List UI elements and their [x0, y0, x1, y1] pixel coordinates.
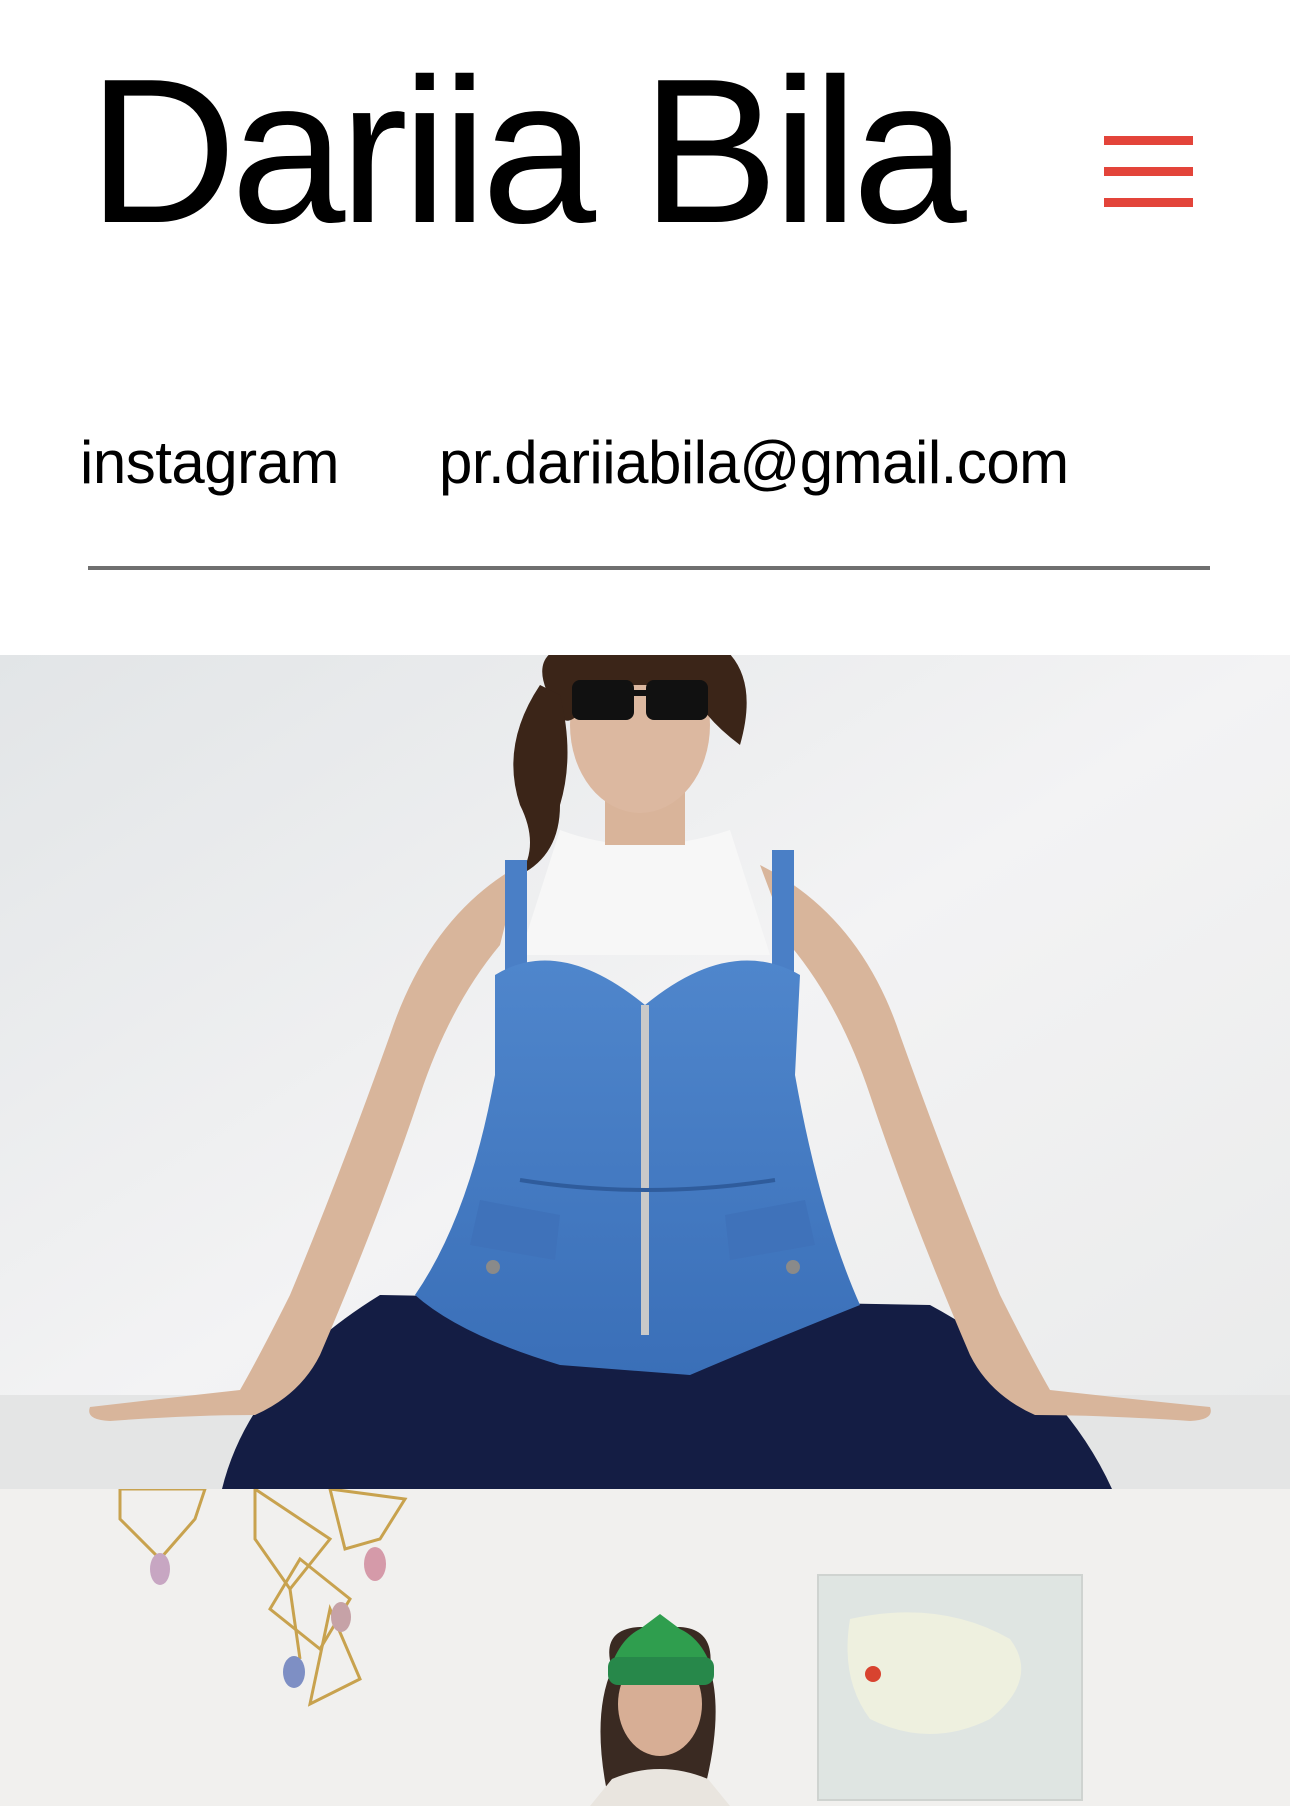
photo-denim-top-illustration: [0, 655, 1290, 1489]
menu-button[interactable]: [1100, 130, 1196, 218]
page: Dariia Bila instagram pr.dariiabila@gmai…: [0, 0, 1290, 1806]
gallery-photo-denim-top[interactable]: [0, 655, 1290, 1489]
gallery-photo-green-hat[interactable]: [0, 1489, 1290, 1806]
instagram-link[interactable]: instagram: [80, 428, 339, 498]
email-link[interactable]: pr.dariiabila@gmail.com: [439, 428, 1069, 498]
photo-green-hat-illustration: [0, 1489, 1290, 1806]
site-title[interactable]: Dariia Bila: [88, 48, 967, 254]
divider: [88, 566, 1210, 570]
contact-links: instagram pr.dariiabila@gmail.com: [0, 428, 1290, 498]
